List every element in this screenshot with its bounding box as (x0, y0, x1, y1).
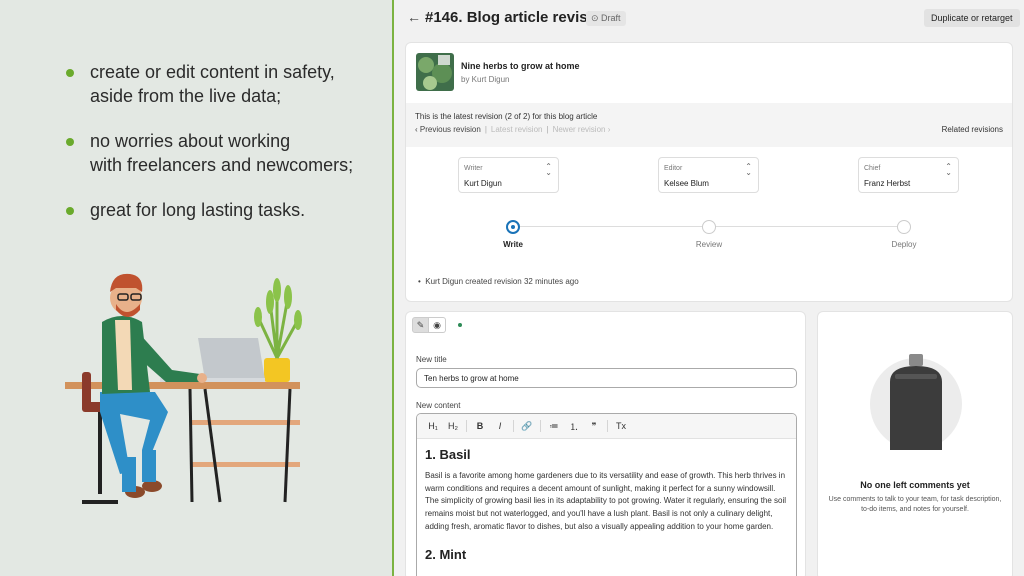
comments-empty-title: No one left comments yet (860, 480, 970, 490)
status-badge-label: Draft (601, 13, 621, 23)
heading1-icon[interactable]: H₁ (423, 421, 443, 431)
feature-text: no worries about working (90, 131, 291, 151)
mode-toggle: ✎ ◉ (412, 317, 462, 333)
activity-log: • Kurt Digun created revision 32 minutes… (418, 277, 579, 286)
rich-text-editor[interactable]: H₁ H₂ B I 🔗 ≔ ⒈ ❞ Tx 1. Basil Basil is a… (416, 413, 797, 576)
feature-text: great for long lasting tasks. (90, 200, 306, 220)
select-value: Kurt Digun (464, 179, 502, 188)
bullet-dot-icon (66, 207, 74, 215)
step-deploy-label: Deploy (891, 240, 917, 249)
feature-item: no worries about working with freelancer… (66, 129, 376, 177)
content-heading: 2. Mint (425, 546, 467, 562)
feature-item: create or edit content in safety, aside … (66, 60, 376, 108)
select-value: Franz Herbst (864, 179, 911, 188)
chevron-updown-icon: ⌃ ⌄ (745, 162, 752, 177)
chevron-updown-icon: ⌃ ⌄ (545, 162, 552, 177)
related-revisions-link[interactable]: Related revisions (942, 125, 1003, 134)
latest-revision-link: Latest revision (490, 125, 543, 134)
step-deploy-dot[interactable] (897, 220, 911, 234)
header-bar: ← #146. Blog article revision ⊙ Draft Du… (394, 0, 1024, 36)
feature-text: aside from the live data; (90, 86, 282, 106)
marketing-panel: create or edit content in safety, aside … (0, 0, 393, 576)
chevron-updown-icon: ⌃ ⌄ (945, 162, 952, 177)
article-thumbnail (416, 53, 454, 91)
edit-pencil-icon[interactable]: ✎ (412, 317, 429, 333)
step-review-label: Review (695, 240, 723, 249)
editor-card: ✎ ◉ New title New content H₁ H₂ B I 🔗 ≔ … (405, 311, 806, 576)
step-review-dot[interactable] (702, 220, 716, 234)
link-icon[interactable]: 🔗 (517, 421, 537, 432)
revision-info: This is the latest revision (2 of 2) for… (406, 103, 1012, 147)
revision-info-text: This is the latest revision (2 of 2) for… (415, 112, 598, 121)
editor-toolbar: H₁ H₂ B I 🔗 ≔ ⒈ ❞ Tx (417, 414, 796, 439)
feature-list: create or edit content in safety, aside … (66, 60, 376, 243)
bullet-dot-icon (66, 69, 74, 77)
empty-comments-illustration (870, 354, 962, 450)
numbered-list-icon[interactable]: ⒈ (564, 420, 584, 433)
bullet-dot-icon (66, 138, 74, 146)
new-title-input[interactable] (416, 368, 797, 388)
content-heading: 1. Basil (425, 447, 471, 462)
clear-format-icon[interactable]: Tx (611, 421, 631, 431)
comments-panel: No one left comments yet Use comments to… (817, 311, 1013, 576)
comments-empty-description: Use comments to talk to your team, for t… (828, 496, 1002, 513)
bold-icon[interactable]: B (470, 421, 490, 431)
step-write-dot[interactable] (506, 220, 520, 234)
article-title[interactable]: Nine herbs to grow at home (461, 61, 580, 71)
feature-text: with freelancers and newcomers; (90, 155, 354, 175)
select-label: Chief (864, 165, 881, 172)
revision-nav: ‹ Previous revision | Latest revision | Newe… (415, 125, 611, 134)
quote-icon[interactable]: ❞ (584, 421, 604, 432)
content-paragraph: Basil is a favorite among home gardeners… (425, 471, 787, 531)
document-body[interactable]: 1. Basil Basil is a favorite among home … (417, 439, 796, 576)
app-window: ← #146. Blog article revision ⊙ Draft Du… (394, 0, 1024, 576)
previous-revision-link[interactable]: ‹ Previous revision (415, 125, 481, 134)
feature-item: great for long lasting tasks. (66, 198, 376, 222)
arrow-left-icon[interactable]: ← (407, 9, 421, 25)
new-title-label: New title (416, 355, 447, 364)
editor-select[interactable]: Editor Kelsee Blum ⌃ ⌄ (658, 157, 759, 193)
status-badge: ⊙ Draft (586, 11, 626, 26)
activity-text: Kurt Digun created revision 32 minutes a… (425, 277, 579, 286)
select-label: Editor (664, 165, 683, 172)
chief-select[interactable]: Chief Franz Herbst ⌃ ⌄ (858, 157, 959, 193)
man-at-desk-illustration (65, 273, 302, 504)
step-write-label: Write (503, 240, 523, 249)
saved-status-dot-icon (458, 323, 462, 327)
select-value: Kelsee Blum (664, 179, 709, 188)
preview-eye-icon[interactable]: ◉ (429, 317, 446, 333)
writer-select[interactable]: Writer Kurt Digun ⌃ ⌄ (458, 157, 559, 193)
newer-revision-link: Newer revision › (552, 125, 611, 134)
revision-card: Nine herbs to grow at home by Kurt Digun… (405, 42, 1013, 302)
duplicate-button[interactable]: Duplicate or retarget (924, 9, 1020, 27)
article-author: by Kurt Digun (461, 75, 510, 84)
new-content-label: New content (416, 401, 461, 410)
bullet-list-icon[interactable]: ≔ (544, 421, 564, 432)
select-label: Writer (464, 165, 483, 172)
feature-text: create or edit content in safety, (90, 62, 335, 82)
page-title: #146. Blog article revision (425, 9, 611, 26)
heading2-icon[interactable]: H₂ (443, 421, 463, 431)
italic-icon[interactable]: I (490, 421, 510, 431)
